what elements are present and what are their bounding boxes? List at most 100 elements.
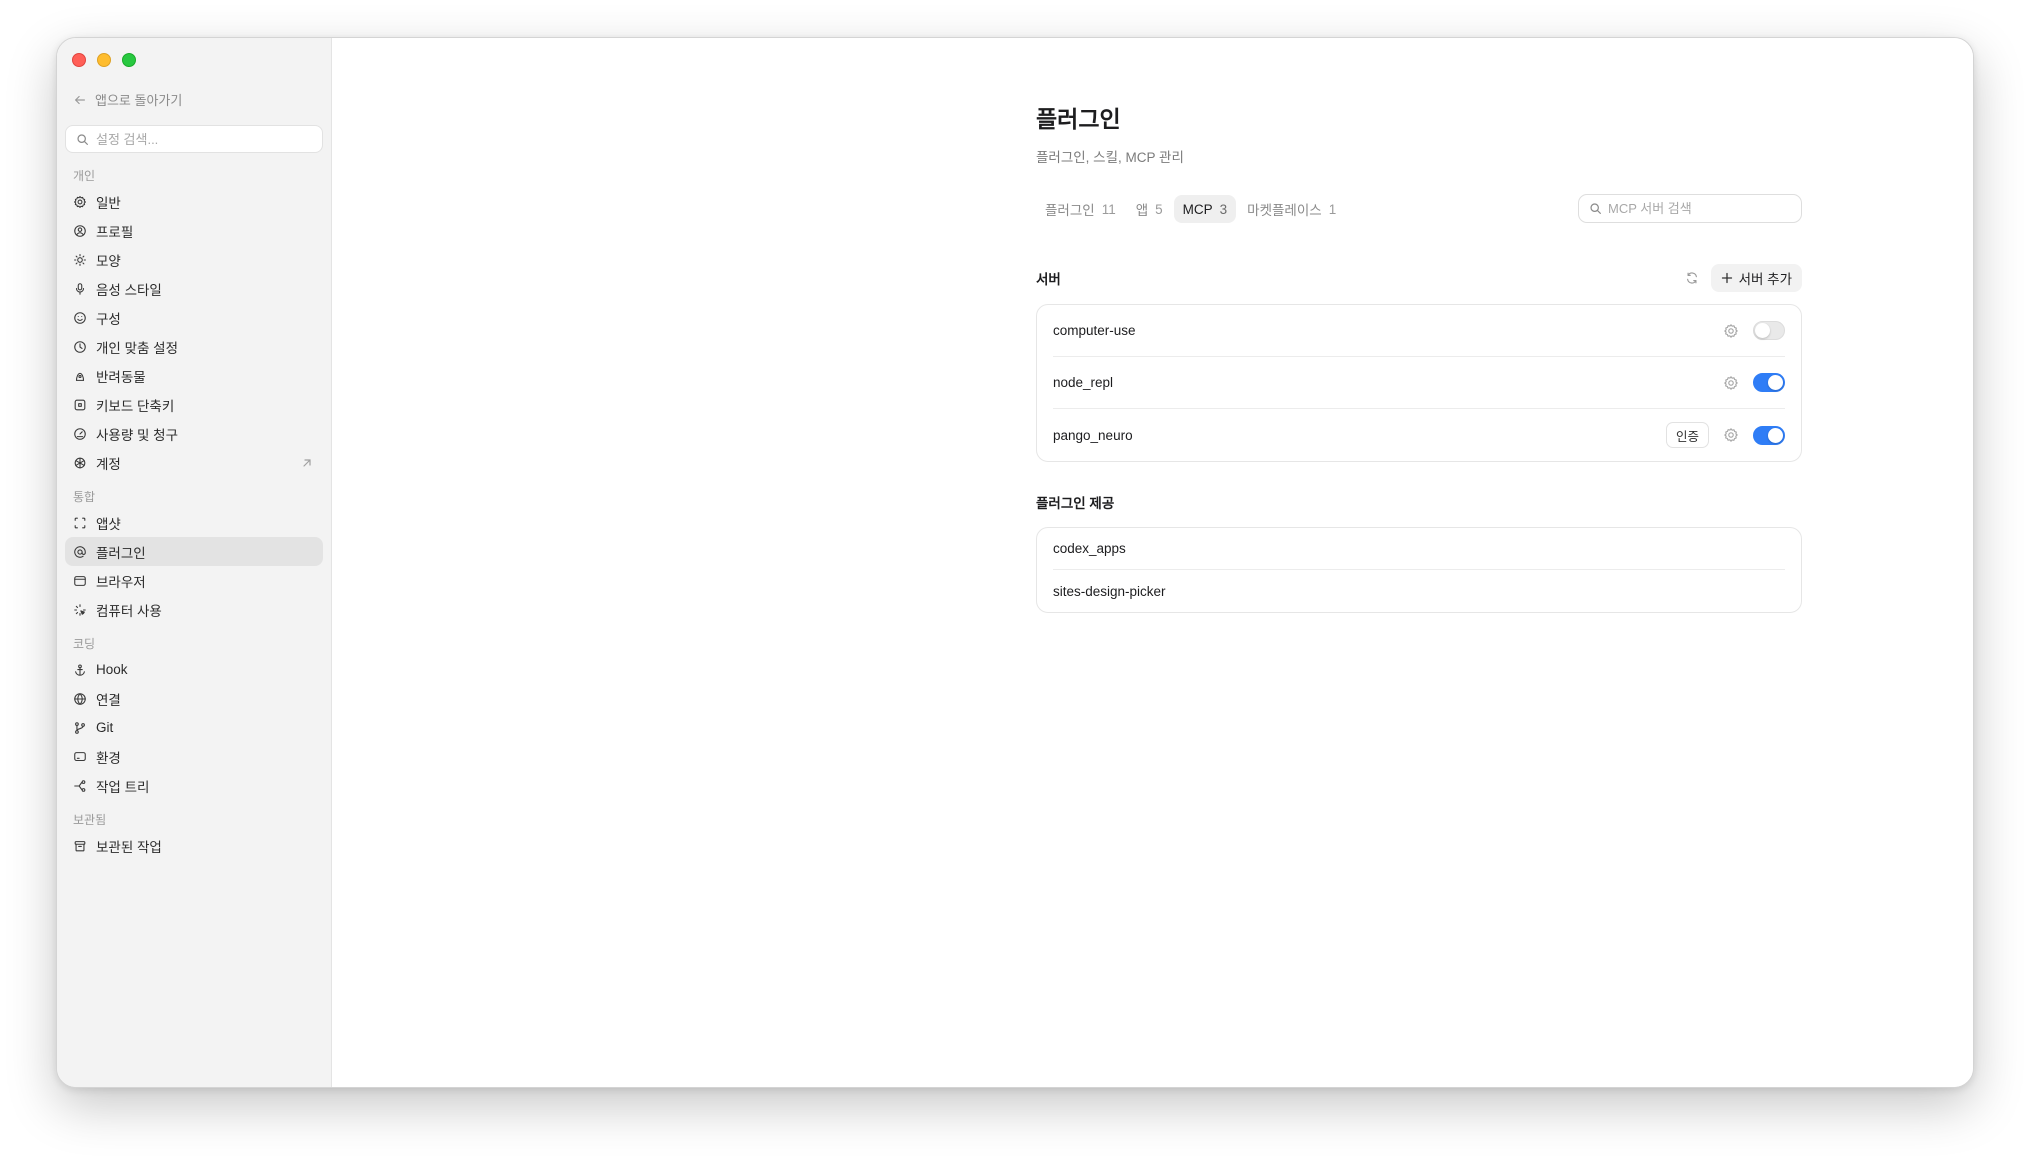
sun-icon <box>74 253 86 266</box>
sidebar-item-label: 환경 <box>96 750 121 766</box>
at-icon <box>74 545 86 558</box>
external-link-icon <box>303 458 311 467</box>
sidebar-item[interactable]: 계정 <box>65 448 323 477</box>
nav-section-label: 코딩 <box>73 637 96 651</box>
sidebar-item[interactable]: 연결 <box>65 684 323 713</box>
sidebar-item[interactable]: 음성 스타일 <box>65 274 323 303</box>
sidebar-item-label: 계정 <box>96 456 121 472</box>
plus-icon <box>1721 272 1732 284</box>
tab-count: 11 <box>1101 201 1116 217</box>
mcp-search[interactable] <box>1578 194 1802 223</box>
plugin-provided-list: codex_apps sites-design-picker <box>1036 527 1802 613</box>
server-toggle[interactable] <box>1753 373 1785 392</box>
sidebar-item[interactable]: 보관된 작업 <box>65 831 323 860</box>
add-server-button[interactable]: 서버 추가 <box>1710 264 1802 292</box>
sidebar-item-label: 일반 <box>96 195 121 211</box>
sidebar-item-label: 연결 <box>96 692 121 708</box>
sidebar-item[interactable]: 환경 <box>65 742 323 771</box>
minimize-window-button[interactable] <box>97 53 111 67</box>
servers-header: 서버 서버 추가 <box>1036 264 1802 292</box>
maximize-window-button[interactable] <box>122 53 136 67</box>
settings-nav: 개인 일반 프로필 모양 음성 스타일 구성 개인 맞춤 설정 반려동물 키보드 단축키 사용량 … <box>57 165 331 860</box>
sidebar-item-label: 반려동물 <box>96 369 146 385</box>
screenshot-icon <box>74 517 86 528</box>
server-toggle[interactable] <box>1753 425 1785 445</box>
sidebar-item-label: 컴퓨터 사용 <box>96 603 162 619</box>
gauge-icon <box>74 427 86 440</box>
sidebar-item[interactable]: 키보드 단축키 <box>65 390 323 419</box>
server-toggle[interactable] <box>1753 321 1785 340</box>
sidebar-item[interactable]: 반려동물 <box>65 361 323 390</box>
add-server-label: 서버 추가 <box>1738 272 1792 287</box>
plugin-provided-name: sites-design-picker <box>1053 583 1166 599</box>
plugin-provided-row[interactable]: sites-design-picker <box>1053 570 1785 612</box>
sidebar-item-label: 모양 <box>96 253 121 269</box>
sidebar-item[interactable]: 구성 <box>65 303 323 332</box>
gear-icon[interactable] <box>1723 375 1739 391</box>
plugins-content: 플러그인 플러그인, 스킬, MCP 관리 플러그인 11 앱 5 MCP 3 마켓플레이스… <box>1036 100 1802 613</box>
nav-gap <box>57 624 331 633</box>
auth-button[interactable]: 인증 <box>1665 422 1709 448</box>
refresh-button[interactable] <box>1683 269 1701 287</box>
server-controls <box>1723 321 1785 340</box>
tab[interactable]: 플러그인 11 <box>1036 195 1125 223</box>
tab[interactable]: 마켓플레이스 1 <box>1238 195 1345 223</box>
sidebar-item[interactable]: Git <box>65 713 323 742</box>
settings-search[interactable] <box>65 125 323 153</box>
profile-icon <box>74 224 86 237</box>
page-title: 플러그인 <box>1036 106 1121 132</box>
mcp-search-input[interactable] <box>1608 201 1788 216</box>
sidebar-item-label: Git <box>96 720 114 735</box>
server-row: computer-use <box>1053 305 1785 357</box>
tab-label: 마켓플레이스 <box>1247 203 1322 218</box>
sidebar-item[interactable]: 모양 <box>65 245 323 274</box>
sidebar-item-label: 사용량 및 청구 <box>96 427 179 443</box>
sidebar-item-label: Hook <box>96 662 128 677</box>
plugin-provided-row[interactable]: codex_apps <box>1053 528 1785 570</box>
gear-icon[interactable] <box>1723 323 1739 339</box>
gear-icon[interactable] <box>1723 427 1739 443</box>
sidebar-item-label: 보관된 작업 <box>96 839 162 855</box>
tab[interactable]: MCP 3 <box>1173 195 1237 223</box>
sidebar-item[interactable]: Hook <box>65 655 323 684</box>
pet-icon <box>75 372 85 381</box>
sidebar-item[interactable]: 프로필 <box>65 216 323 245</box>
nav-gap <box>57 477 331 486</box>
gear-icon <box>74 195 86 208</box>
plugin-provided-header: 플러그인 제공 <box>1036 492 1802 512</box>
sidebar-item-label: 프로필 <box>96 224 134 240</box>
sidebar: 앱으로 돌아가기 개인일반프로필모양음성 스타일구성개인 맞춤 설정반려동물키보… <box>57 38 332 1087</box>
clock-icon <box>74 340 86 353</box>
anchor-icon <box>75 663 85 676</box>
sidebar-item[interactable]: 개인 맞춤 설정 <box>65 332 323 361</box>
sidebar-item[interactable]: 사용량 및 청구 <box>65 419 323 448</box>
tab-label: 플러그인 <box>1045 203 1095 218</box>
settings-window: 앱으로 돌아가기 개인일반프로필모양음성 스타일구성개인 맞춤 설정반려동물키보… <box>56 37 1974 1088</box>
close-window-button[interactable] <box>72 53 86 67</box>
sidebar-item-label: 브라우저 <box>96 574 146 590</box>
sidebar-item-label: 개인 맞춤 설정 <box>96 340 179 356</box>
tab-bar: 플러그인 11 앱 5 MCP 3 마켓플레이스 1 <box>1036 195 1345 223</box>
back-to-app-link[interactable]: 앱으로 돌아가기 <box>73 90 182 109</box>
server-name: pango_neuro <box>1053 427 1133 443</box>
nav-section-label: 보관됨 <box>73 813 107 827</box>
servers-actions: 서버 추가 <box>1683 264 1802 292</box>
globe-icon <box>74 692 86 705</box>
sidebar-item[interactable]: 플러그인 <box>65 537 323 566</box>
archive-icon <box>74 840 86 851</box>
sidebar-item[interactable]: 일반 <box>65 187 323 216</box>
server-controls: 인증 <box>1665 422 1785 448</box>
sidebar-item[interactable]: 작업 트리 <box>65 771 323 800</box>
sidebar-item-label: 키보드 단축키 <box>96 398 175 414</box>
tab[interactable]: 앱5 <box>1127 195 1172 223</box>
settings-search-input[interactable] <box>96 131 296 147</box>
sidebar-item[interactable]: 브라우저 <box>65 566 323 595</box>
sidebar-item[interactable]: 앱샷 <box>65 508 323 537</box>
sidebar-item[interactable]: 컴퓨터 사용 <box>65 595 323 624</box>
tab-count: 3 <box>1219 201 1228 217</box>
main-panel: 플러그인 플러그인, 스킬, MCP 관리 플러그인 11 앱 5 MCP 3 마켓플레이스… <box>332 38 1973 1087</box>
browser-icon <box>74 575 86 586</box>
sidebar-item-label: 작업 트리 <box>96 779 150 795</box>
search-icon <box>1590 203 1601 214</box>
monitor-icon <box>74 751 86 761</box>
